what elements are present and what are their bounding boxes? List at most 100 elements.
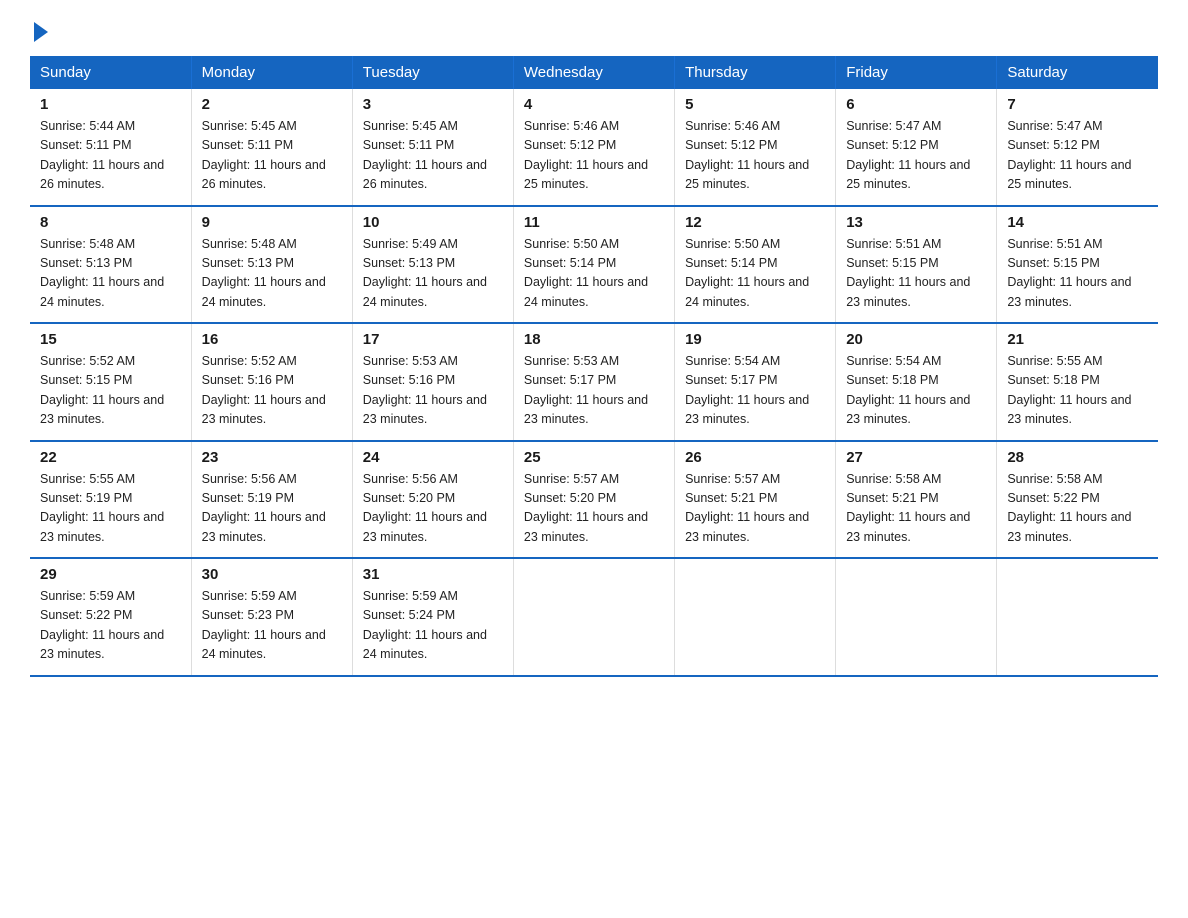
calendar-cell: 6 Sunrise: 5:47 AMSunset: 5:12 PMDayligh… — [836, 89, 997, 206]
calendar-week-row: 1 Sunrise: 5:44 AMSunset: 5:11 PMDayligh… — [30, 89, 1158, 206]
day-info: Sunrise: 5:46 AMSunset: 5:12 PMDaylight:… — [685, 117, 825, 195]
calendar-cell: 16 Sunrise: 5:52 AMSunset: 5:16 PMDaylig… — [191, 323, 352, 441]
day-number: 28 — [1007, 449, 1148, 466]
day-number: 11 — [524, 214, 664, 231]
day-number: 24 — [363, 449, 503, 466]
day-info: Sunrise: 5:50 AMSunset: 5:14 PMDaylight:… — [685, 235, 825, 313]
calendar-cell: 7 Sunrise: 5:47 AMSunset: 5:12 PMDayligh… — [997, 89, 1158, 206]
day-number: 4 — [524, 96, 664, 113]
day-info: Sunrise: 5:51 AMSunset: 5:15 PMDaylight:… — [1007, 235, 1148, 313]
weekday-header-thursday: Thursday — [675, 56, 836, 89]
day-number: 7 — [1007, 96, 1148, 113]
day-number: 15 — [40, 331, 181, 348]
calendar-cell: 15 Sunrise: 5:52 AMSunset: 5:15 PMDaylig… — [30, 323, 191, 441]
day-number: 10 — [363, 214, 503, 231]
day-number: 14 — [1007, 214, 1148, 231]
day-info: Sunrise: 5:53 AMSunset: 5:17 PMDaylight:… — [524, 352, 664, 430]
day-number: 6 — [846, 96, 986, 113]
day-info: Sunrise: 5:52 AMSunset: 5:15 PMDaylight:… — [40, 352, 181, 430]
calendar-cell — [675, 558, 836, 676]
day-info: Sunrise: 5:50 AMSunset: 5:14 PMDaylight:… — [524, 235, 664, 313]
day-number: 21 — [1007, 331, 1148, 348]
day-number: 13 — [846, 214, 986, 231]
day-number: 19 — [685, 331, 825, 348]
calendar-cell — [836, 558, 997, 676]
weekday-header-monday: Monday — [191, 56, 352, 89]
day-info: Sunrise: 5:44 AMSunset: 5:11 PMDaylight:… — [40, 117, 181, 195]
day-info: Sunrise: 5:56 AMSunset: 5:20 PMDaylight:… — [363, 470, 503, 548]
calendar-cell: 2 Sunrise: 5:45 AMSunset: 5:11 PMDayligh… — [191, 89, 352, 206]
calendar-cell: 8 Sunrise: 5:48 AMSunset: 5:13 PMDayligh… — [30, 206, 191, 324]
day-number: 29 — [40, 566, 181, 583]
day-number: 17 — [363, 331, 503, 348]
calendar-cell — [997, 558, 1158, 676]
calendar-cell: 4 Sunrise: 5:46 AMSunset: 5:12 PMDayligh… — [513, 89, 674, 206]
day-number: 16 — [202, 331, 342, 348]
day-info: Sunrise: 5:45 AMSunset: 5:11 PMDaylight:… — [202, 117, 342, 195]
calendar-cell: 24 Sunrise: 5:56 AMSunset: 5:20 PMDaylig… — [352, 441, 513, 559]
calendar-cell: 29 Sunrise: 5:59 AMSunset: 5:22 PMDaylig… — [30, 558, 191, 676]
day-number: 18 — [524, 331, 664, 348]
calendar-cell: 13 Sunrise: 5:51 AMSunset: 5:15 PMDaylig… — [836, 206, 997, 324]
calendar-week-row: 22 Sunrise: 5:55 AMSunset: 5:19 PMDaylig… — [30, 441, 1158, 559]
calendar-cell: 30 Sunrise: 5:59 AMSunset: 5:23 PMDaylig… — [191, 558, 352, 676]
day-info: Sunrise: 5:59 AMSunset: 5:24 PMDaylight:… — [363, 587, 503, 665]
calendar-week-row: 29 Sunrise: 5:59 AMSunset: 5:22 PMDaylig… — [30, 558, 1158, 676]
day-info: Sunrise: 5:49 AMSunset: 5:13 PMDaylight:… — [363, 235, 503, 313]
weekday-header-wednesday: Wednesday — [513, 56, 674, 89]
day-info: Sunrise: 5:45 AMSunset: 5:11 PMDaylight:… — [363, 117, 503, 195]
day-number: 1 — [40, 96, 181, 113]
page-header — [30, 20, 1158, 38]
calendar-cell: 11 Sunrise: 5:50 AMSunset: 5:14 PMDaylig… — [513, 206, 674, 324]
day-number: 2 — [202, 96, 342, 113]
day-number: 22 — [40, 449, 181, 466]
calendar-cell: 31 Sunrise: 5:59 AMSunset: 5:24 PMDaylig… — [352, 558, 513, 676]
logo-arrow-icon — [34, 22, 48, 42]
day-number: 27 — [846, 449, 986, 466]
day-number: 20 — [846, 331, 986, 348]
calendar-cell: 27 Sunrise: 5:58 AMSunset: 5:21 PMDaylig… — [836, 441, 997, 559]
calendar-cell: 19 Sunrise: 5:54 AMSunset: 5:17 PMDaylig… — [675, 323, 836, 441]
day-info: Sunrise: 5:47 AMSunset: 5:12 PMDaylight:… — [1007, 117, 1148, 195]
day-number: 9 — [202, 214, 342, 231]
day-info: Sunrise: 5:56 AMSunset: 5:19 PMDaylight:… — [202, 470, 342, 548]
day-info: Sunrise: 5:52 AMSunset: 5:16 PMDaylight:… — [202, 352, 342, 430]
calendar-cell: 25 Sunrise: 5:57 AMSunset: 5:20 PMDaylig… — [513, 441, 674, 559]
weekday-header-sunday: Sunday — [30, 56, 191, 89]
day-info: Sunrise: 5:58 AMSunset: 5:22 PMDaylight:… — [1007, 470, 1148, 548]
calendar-cell: 20 Sunrise: 5:54 AMSunset: 5:18 PMDaylig… — [836, 323, 997, 441]
calendar-week-row: 8 Sunrise: 5:48 AMSunset: 5:13 PMDayligh… — [30, 206, 1158, 324]
day-number: 30 — [202, 566, 342, 583]
day-number: 3 — [363, 96, 503, 113]
day-info: Sunrise: 5:48 AMSunset: 5:13 PMDaylight:… — [40, 235, 181, 313]
day-info: Sunrise: 5:53 AMSunset: 5:16 PMDaylight:… — [363, 352, 503, 430]
day-info: Sunrise: 5:58 AMSunset: 5:21 PMDaylight:… — [846, 470, 986, 548]
calendar-cell: 14 Sunrise: 5:51 AMSunset: 5:15 PMDaylig… — [997, 206, 1158, 324]
day-info: Sunrise: 5:46 AMSunset: 5:12 PMDaylight:… — [524, 117, 664, 195]
weekday-header-row: SundayMondayTuesdayWednesdayThursdayFrid… — [30, 56, 1158, 89]
calendar-cell: 22 Sunrise: 5:55 AMSunset: 5:19 PMDaylig… — [30, 441, 191, 559]
day-number: 31 — [363, 566, 503, 583]
weekday-header-saturday: Saturday — [997, 56, 1158, 89]
day-info: Sunrise: 5:57 AMSunset: 5:21 PMDaylight:… — [685, 470, 825, 548]
day-info: Sunrise: 5:59 AMSunset: 5:22 PMDaylight:… — [40, 587, 181, 665]
day-number: 26 — [685, 449, 825, 466]
weekday-header-friday: Friday — [836, 56, 997, 89]
logo — [30, 20, 48, 38]
calendar-cell: 23 Sunrise: 5:56 AMSunset: 5:19 PMDaylig… — [191, 441, 352, 559]
calendar-cell — [513, 558, 674, 676]
day-info: Sunrise: 5:51 AMSunset: 5:15 PMDaylight:… — [846, 235, 986, 313]
weekday-header-tuesday: Tuesday — [352, 56, 513, 89]
day-info: Sunrise: 5:59 AMSunset: 5:23 PMDaylight:… — [202, 587, 342, 665]
day-info: Sunrise: 5:54 AMSunset: 5:17 PMDaylight:… — [685, 352, 825, 430]
calendar-cell: 5 Sunrise: 5:46 AMSunset: 5:12 PMDayligh… — [675, 89, 836, 206]
day-info: Sunrise: 5:48 AMSunset: 5:13 PMDaylight:… — [202, 235, 342, 313]
day-info: Sunrise: 5:55 AMSunset: 5:19 PMDaylight:… — [40, 470, 181, 548]
calendar-cell: 12 Sunrise: 5:50 AMSunset: 5:14 PMDaylig… — [675, 206, 836, 324]
calendar-cell: 10 Sunrise: 5:49 AMSunset: 5:13 PMDaylig… — [352, 206, 513, 324]
day-info: Sunrise: 5:54 AMSunset: 5:18 PMDaylight:… — [846, 352, 986, 430]
day-number: 8 — [40, 214, 181, 231]
calendar-cell: 1 Sunrise: 5:44 AMSunset: 5:11 PMDayligh… — [30, 89, 191, 206]
calendar-cell: 28 Sunrise: 5:58 AMSunset: 5:22 PMDaylig… — [997, 441, 1158, 559]
calendar-cell: 17 Sunrise: 5:53 AMSunset: 5:16 PMDaylig… — [352, 323, 513, 441]
